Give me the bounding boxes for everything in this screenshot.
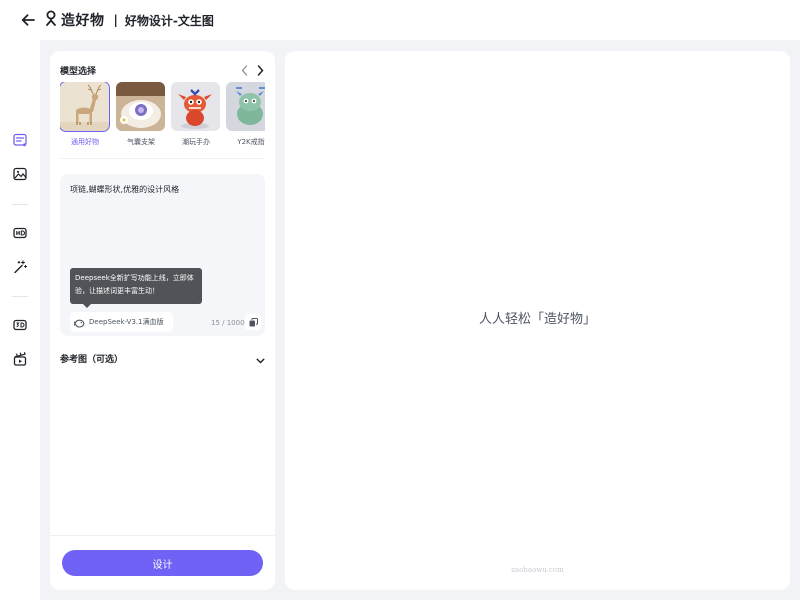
model-thumbnail xyxy=(171,82,220,131)
rail-divider xyxy=(12,296,28,297)
model-label: 潮玩手办 xyxy=(182,138,210,146)
settings-panel: 模型选择 通用好物 气囊支架 潮玩手办 Y2K戒指 项链,蝴蝶形状,优雅的设计风… xyxy=(50,51,275,590)
prompt-textarea[interactable]: 项链,蝴蝶形状,优雅的设计风格 Deepseek全新扩写功能上线，立即体验，让描… xyxy=(60,174,265,336)
logo-mark-icon xyxy=(44,10,58,30)
rail-divider xyxy=(12,204,28,205)
model-section-header: 模型选择 xyxy=(60,64,265,77)
model-section-title: 模型选择 xyxy=(60,67,97,77)
footer-domain: zaohaowu.com xyxy=(511,566,564,574)
reference-image-toggle[interactable]: 参考图（可选） xyxy=(60,351,265,365)
model-label: Y2K戒指 xyxy=(237,138,265,146)
image-to-image-icon[interactable] xyxy=(11,165,29,183)
hd-icon[interactable] xyxy=(11,224,29,242)
empty-state-slogan: 人人轻松「造好物」 xyxy=(478,312,596,327)
model-carousel-nav xyxy=(239,65,265,77)
model-card-y2k-ring[interactable]: Y2K戒指 xyxy=(226,82,265,147)
model-card-figurine[interactable]: 潮玩手办 xyxy=(171,82,221,147)
model-label: 通用好物 xyxy=(71,138,99,146)
logo-text: 造好物 xyxy=(61,13,105,29)
chevron-down-icon xyxy=(256,349,265,368)
model-carousel: 通用好物 气囊支架 潮玩手办 Y2K戒指 xyxy=(60,82,265,148)
model-label: 气囊支架 xyxy=(127,138,155,146)
model-card-general[interactable]: 通用好物 xyxy=(60,82,110,147)
model-thumbnail xyxy=(226,82,265,131)
reference-title: 参考图（可选） xyxy=(60,354,124,365)
char-count: 15 / 1000 xyxy=(211,319,245,327)
deepseek-button[interactable]: DeepSeek-V3.1满血版 xyxy=(70,312,173,332)
deepseek-label: DeepSeek-V3.1满血版 xyxy=(89,318,164,326)
back-arrow-icon[interactable] xyxy=(18,10,38,30)
top-bar: 造好物 | 好物设计-文生图 xyxy=(0,0,800,40)
page-title: 好物设计-文生图 xyxy=(124,13,214,28)
film-clapper-icon[interactable] xyxy=(11,350,29,368)
result-canvas: 人人轻松「造好物」 zaohaowu.com xyxy=(285,51,790,590)
divider xyxy=(50,535,275,536)
model-thumbnail xyxy=(116,82,165,131)
chevron-right-icon[interactable] xyxy=(255,65,265,77)
magic-wand-icon[interactable] xyxy=(11,258,29,276)
brand-logo[interactable]: 造好物 xyxy=(44,10,105,30)
deepseek-whale-icon xyxy=(73,313,85,332)
deepseek-tooltip: Deepseek全新扩写功能上线，立即体验，让描述词更丰富生动！ xyxy=(70,268,202,308)
prompt-text[interactable]: 项链,蝴蝶形状,优雅的设计风格 xyxy=(70,184,179,195)
chevron-left-icon[interactable] xyxy=(239,65,249,77)
copy-icon[interactable] xyxy=(245,314,261,330)
header-separator: | xyxy=(113,13,118,27)
divider xyxy=(60,158,265,159)
design-button[interactable]: 设计 xyxy=(62,550,263,576)
tool-rail xyxy=(0,40,40,600)
model-card-airbag-stand[interactable]: 气囊支架 xyxy=(116,82,166,147)
model-thumbnail xyxy=(60,82,110,132)
text-to-image-icon[interactable] xyxy=(11,131,29,149)
3d-icon[interactable] xyxy=(11,316,29,334)
